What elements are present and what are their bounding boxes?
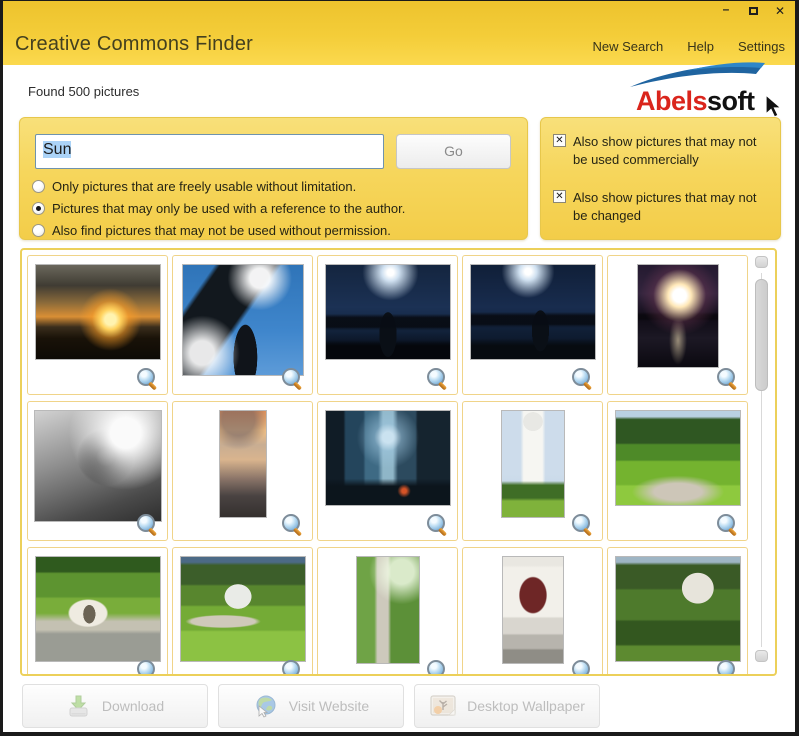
thumbnail-card[interactable] [27, 401, 168, 541]
thumbnail-image [470, 264, 596, 360]
thumbnail-card[interactable] [317, 401, 458, 541]
thumbnail-image [34, 410, 162, 522]
thumbnail-image [356, 556, 420, 664]
radio-icon [32, 224, 45, 237]
thumbnail-card[interactable] [462, 255, 603, 395]
results-container [20, 248, 777, 676]
download-button[interactable]: Download [22, 684, 208, 728]
thumbnail-image [615, 410, 741, 506]
magnifier-icon[interactable] [427, 660, 448, 676]
thumbnail-card[interactable] [317, 255, 458, 395]
thumbnail-card[interactable] [172, 547, 313, 676]
filter-nochange-checkbox[interactable]: ✕ Also show pictures that may not be cha… [553, 189, 771, 224]
magnifier-icon[interactable] [282, 660, 303, 676]
thumbnail-card[interactable] [27, 547, 168, 676]
menu-item-new-search[interactable]: New Search [592, 39, 663, 54]
license-option-free[interactable]: Only pictures that are freely usable wit… [32, 179, 356, 194]
thumbnail-grid [27, 255, 748, 676]
title-bar: – ✕ Creative Commons Finder New Search H… [3, 1, 795, 65]
thumbnail-image [615, 556, 741, 662]
filter-panel: ✕ Also show pictures that may not be use… [540, 117, 781, 240]
magnifier-icon[interactable] [137, 660, 158, 676]
search-panel: Sun Go Only pictures that are freely usa… [19, 117, 528, 240]
maximize-icon [749, 7, 758, 15]
window-controls: – ✕ [719, 4, 787, 18]
filter-noncommercial-checkbox[interactable]: ✕ Also show pictures that may not be use… [553, 133, 771, 168]
magnifier-icon[interactable] [572, 514, 593, 535]
thumbnail-card[interactable] [607, 255, 748, 395]
globe-icon [253, 693, 279, 719]
abelssoft-logo: Abelssoft [614, 61, 786, 119]
magnifier-icon[interactable] [572, 660, 593, 676]
wallpaper-icon [429, 694, 457, 718]
magnifier-icon[interactable] [282, 514, 303, 535]
scrollbar-thumb[interactable] [755, 279, 768, 391]
magnifier-icon[interactable] [137, 514, 158, 535]
thumbnail-image [325, 264, 451, 360]
thumbnail-image [501, 410, 565, 518]
checkbox-checked-icon: ✕ [553, 134, 566, 147]
thumbnail-image [502, 556, 564, 664]
thumbnail-card[interactable] [172, 401, 313, 541]
magnifier-icon[interactable] [717, 660, 738, 676]
thumbnail-image [182, 264, 304, 376]
magnifier-icon[interactable] [427, 368, 448, 389]
selected-text: Sun [43, 141, 71, 158]
magnifier-icon[interactable] [427, 514, 448, 535]
scroll-down-button[interactable] [755, 650, 768, 662]
thumbnail-image [35, 556, 161, 662]
minimize-icon: – [723, 3, 730, 15]
thumbnail-card[interactable] [462, 547, 603, 676]
minimize-button[interactable]: – [719, 4, 733, 18]
thumbnail-card[interactable] [462, 401, 603, 541]
close-button[interactable]: ✕ [773, 4, 787, 18]
menu-item-settings[interactable]: Settings [738, 39, 785, 54]
thumbnail-card[interactable] [607, 547, 748, 676]
thumbnail-image [35, 264, 161, 360]
checkbox-checked-icon: ✕ [553, 190, 566, 203]
page-title: Creative Commons Finder [15, 33, 253, 56]
logo-swoosh-icon [628, 61, 766, 89]
search-input[interactable]: Sun [35, 134, 384, 169]
thumbnail-image [325, 410, 451, 506]
menu-item-help[interactable]: Help [687, 39, 714, 54]
close-icon: ✕ [775, 5, 785, 17]
maximize-button[interactable] [746, 4, 760, 18]
desktop-wallpaper-button[interactable]: Desktop Wallpaper [414, 684, 600, 728]
magnifier-icon[interactable] [137, 368, 158, 389]
radio-icon [32, 180, 45, 193]
scrollbar[interactable] [753, 255, 770, 669]
license-option-attribution[interactable]: Pictures that may only be used with a re… [32, 201, 405, 216]
magnifier-icon[interactable] [572, 368, 593, 389]
logo-text: Abelssoft [636, 86, 755, 117]
magnifier-icon[interactable] [717, 368, 738, 389]
app-window: – ✕ Creative Commons Finder New Search H… [0, 0, 799, 736]
magnifier-icon[interactable] [717, 514, 738, 535]
thumbnail-card[interactable] [172, 255, 313, 395]
thumbnail-card[interactable] [607, 401, 748, 541]
action-bar: Download Visit Website [22, 684, 600, 728]
magnifier-icon[interactable] [282, 368, 303, 389]
scroll-up-button[interactable] [755, 256, 768, 268]
thumbnail-card[interactable] [27, 255, 168, 395]
thumbnail-card[interactable] [317, 547, 458, 676]
cursor-arrow-icon [764, 95, 784, 119]
visit-website-button[interactable]: Visit Website [218, 684, 404, 728]
license-option-no-permission[interactable]: Also find pictures that may not be used … [32, 223, 391, 238]
thumbnail-image [180, 556, 306, 662]
radio-selected-icon [32, 202, 45, 215]
results-summary: Found 500 pictures [28, 84, 139, 99]
thumbnail-image [637, 264, 719, 368]
thumbnail-image [219, 410, 267, 518]
go-button[interactable]: Go [396, 134, 511, 169]
download-icon [66, 693, 92, 719]
header-menu: New Search Help Settings [592, 39, 785, 54]
